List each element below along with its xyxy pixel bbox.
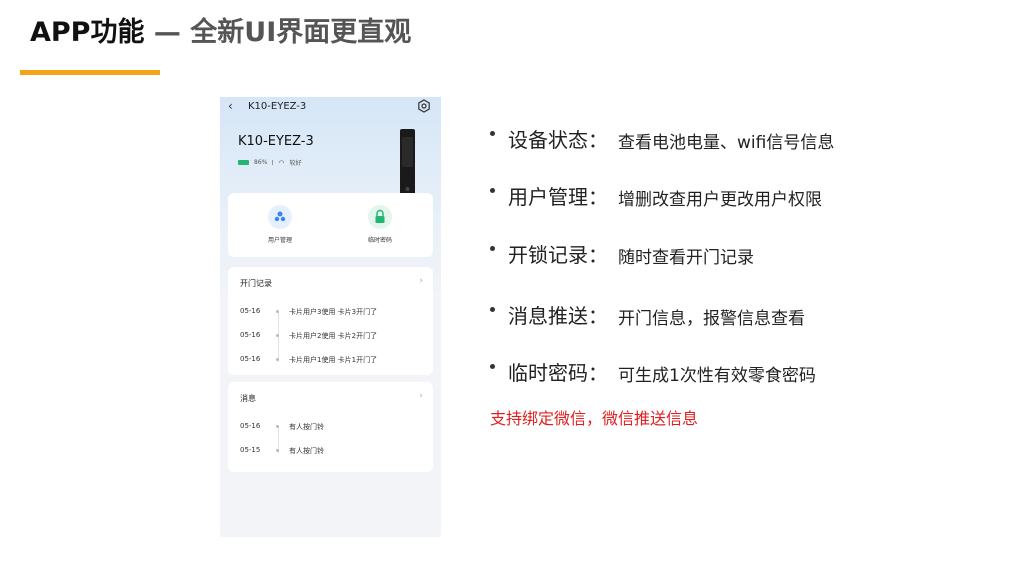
bullet-dot <box>490 307 495 312</box>
device-status-row: 86% ◠ 较好 <box>238 158 301 167</box>
wechat-support-note: 支持绑定微信，微信推送信息 <box>490 409 699 428</box>
wifi-icon: ◠ <box>278 158 285 167</box>
title-main: APP功能 <box>30 17 145 48</box>
phone-screenshot: ‹ K10-EYEZ-3 K10-EYEZ-3 86% ◠ 较好 用户管理 临时… <box>220 97 441 537</box>
bullet-label: 设备状态： <box>508 128 608 152</box>
gear-icon[interactable] <box>417 99 431 113</box>
record-text: 卡片用户1使用 卡片1开门了 <box>289 356 378 364</box>
lock-icon <box>368 205 392 229</box>
message-date: 05-16 <box>240 422 261 430</box>
bullet-description: 随时查看开门记录 <box>618 248 754 268</box>
timeline-dot <box>276 449 279 452</box>
nav-bar: ‹ K10-EYEZ-3 <box>220 97 441 119</box>
bullet-dot <box>490 188 495 193</box>
record-text: 卡片用户2使用 卡片2开门了 <box>289 332 378 340</box>
features-card: 用户管理 临时密码 <box>228 193 433 257</box>
bullet-label: 消息推送： <box>508 304 608 328</box>
timeline-dot <box>276 425 279 428</box>
bullet-label: 用户管理： <box>508 185 608 209</box>
bullet-label: 临时密码： <box>508 361 608 385</box>
battery-level: 86% <box>254 159 268 166</box>
record-date: 05-16 <box>240 331 261 339</box>
wifi-status: 较好 <box>289 160 302 167</box>
bullet-description: 开门信息，报警信息查看 <box>618 309 805 329</box>
nav-title: K10-EYEZ-3 <box>248 101 307 112</box>
unlock-records-card[interactable]: 开门记录 › 05-16 卡片用户3使用 卡片3开门了 05-16 卡片用户2使… <box>228 267 433 375</box>
records-timeline <box>277 312 279 362</box>
chevron-right-icon[interactable]: › <box>419 391 423 401</box>
chevron-left-icon[interactable]: ‹ <box>228 99 233 113</box>
feature-label: 用户管理 <box>267 237 292 244</box>
message-text: 有人按门铃 <box>289 447 324 455</box>
bullet-label: 开锁记录： <box>508 243 608 267</box>
timeline-dot <box>276 358 279 361</box>
feature-label: 临时密码 <box>367 237 392 244</box>
bullet-dot <box>490 131 495 136</box>
record-text: 卡片用户3使用 卡片3开门了 <box>289 308 378 316</box>
timeline-dot <box>276 334 279 337</box>
timeline-dot <box>276 310 279 313</box>
messages-card[interactable]: 消息 › 05-16 有人按门铃 05-15 有人按门铃 <box>228 382 433 472</box>
device-name: K10-EYEZ-3 <box>238 134 314 149</box>
bullet-description: 增删改查用户更改用户权限 <box>618 190 822 210</box>
feature-user-management[interactable]: 用户管理 <box>240 205 320 244</box>
message-text: 有人按门铃 <box>289 423 324 431</box>
bullet-description: 查看电池电量、wifi信号信息 <box>618 133 835 153</box>
bullet-dot <box>490 364 495 369</box>
chevron-right-icon[interactable]: › <box>419 276 423 286</box>
message-date: 05-15 <box>240 446 261 454</box>
title-accent-bar <box>20 70 160 75</box>
record-date: 05-16 <box>240 355 261 363</box>
feature-temporary-password[interactable]: 临时密码 <box>340 205 420 244</box>
messages-title: 消息 <box>240 394 256 403</box>
battery-icon <box>238 160 249 165</box>
records-title: 开门记录 <box>240 279 272 288</box>
record-date: 05-16 <box>240 307 261 315</box>
users-icon <box>268 205 292 229</box>
bullet-description: 可生成1次性有效零食密码 <box>618 366 816 386</box>
title-subtitle: — 全新UI界面更直观 <box>144 17 412 48</box>
slide-title: APP功能 — 全新UI界面更直观 <box>30 10 411 49</box>
bullet-dot <box>490 246 495 251</box>
status-divider <box>272 160 274 165</box>
